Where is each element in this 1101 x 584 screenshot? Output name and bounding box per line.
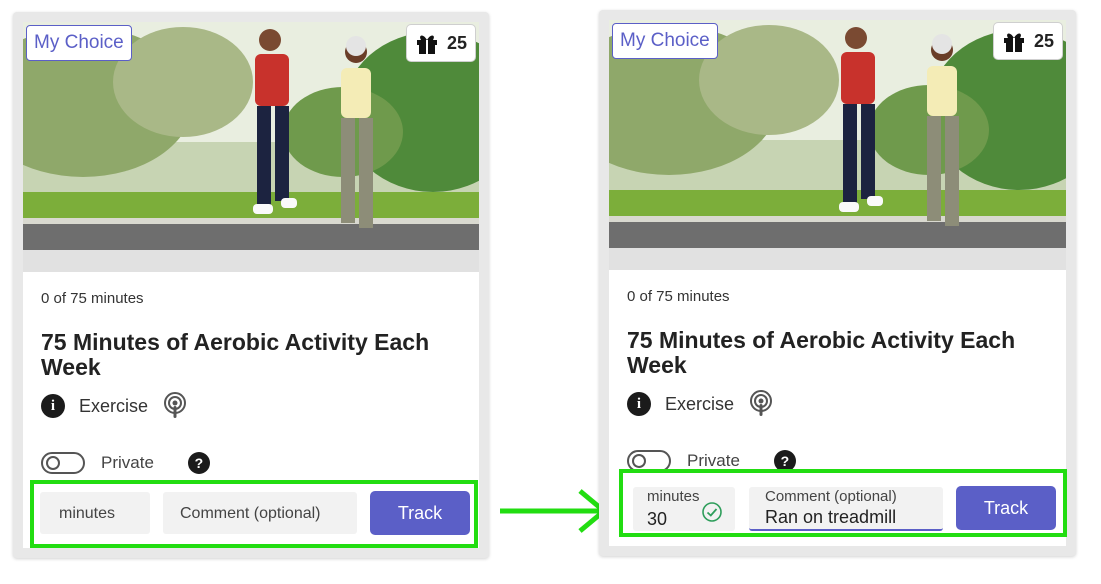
photo-bottom-strip <box>23 250 479 272</box>
activity-card-after: My Choice 25 0 of 75 minutes 75 Minutes … <box>599 10 1076 556</box>
category-row: i Exercise <box>627 390 774 418</box>
photo-bottom-strip <box>609 248 1066 270</box>
track-button[interactable]: Track <box>370 491 470 535</box>
gift-icon <box>416 35 437 54</box>
info-icon[interactable]: i <box>41 394 65 418</box>
activity-title: 75 Minutes of Aerobic Activity Each Week <box>627 327 1016 378</box>
help-icon[interactable]: ? <box>187 452 210 474</box>
gift-icon <box>1003 33 1024 52</box>
points-value: 25 <box>1033 30 1054 51</box>
track-button[interactable]: Track <box>956 486 1056 530</box>
minutes-input[interactable]: minutes 30 <box>633 487 735 531</box>
comment-label: Comment (optional) <box>765 488 897 505</box>
activity-card-before: My Choice 25 0 of 75 minutes 75 Minutes … <box>13 12 489 558</box>
comment-input[interactable]: Comment (optional) <box>163 492 357 534</box>
my-choice-badge: My Choice <box>26 25 132 61</box>
category-label: Exercise <box>665 393 735 414</box>
activity-title: 75 Minutes of Aerobic Activity Each Week <box>41 329 430 380</box>
podcast-icon[interactable] <box>162 392 188 420</box>
minutes-label: minutes <box>647 488 700 505</box>
private-toggle[interactable] <box>41 452 85 474</box>
right-arrow-icon <box>500 489 608 533</box>
category-row: i Exercise <box>41 392 188 420</box>
private-label: Private <box>101 453 154 472</box>
category-label: Exercise <box>79 395 149 416</box>
comment-input[interactable]: Comment (optional) Ran on treadmill <box>749 487 943 531</box>
private-label: Private <box>687 451 740 470</box>
info-icon[interactable]: i <box>627 392 651 416</box>
my-choice-badge: My Choice <box>612 23 718 59</box>
card-body: My Choice 25 0 of 75 minutes 75 Minutes … <box>609 20 1066 546</box>
points-badge: 25 <box>405 24 476 62</box>
minutes-input[interactable]: minutes <box>40 492 150 534</box>
podcast-icon[interactable] <box>748 390 774 418</box>
card-body: My Choice 25 0 of 75 minutes 75 Minutes … <box>23 22 479 548</box>
progress-text: 0 of 75 minutes <box>627 288 730 305</box>
points-badge: 25 <box>992 22 1063 60</box>
progress-text: 0 of 75 minutes <box>41 290 144 307</box>
points-value: 25 <box>446 32 467 53</box>
tracking-highlight: minutes Comment (optional) Track <box>30 480 478 548</box>
check-circle-icon <box>702 502 722 522</box>
minutes-value: 30 <box>647 509 668 529</box>
privacy-row: Private ? <box>41 452 210 474</box>
comment-value: Ran on treadmill <box>765 507 897 527</box>
tracking-highlight: minutes 30 Comment (optional) Ran on tre… <box>619 469 1067 537</box>
